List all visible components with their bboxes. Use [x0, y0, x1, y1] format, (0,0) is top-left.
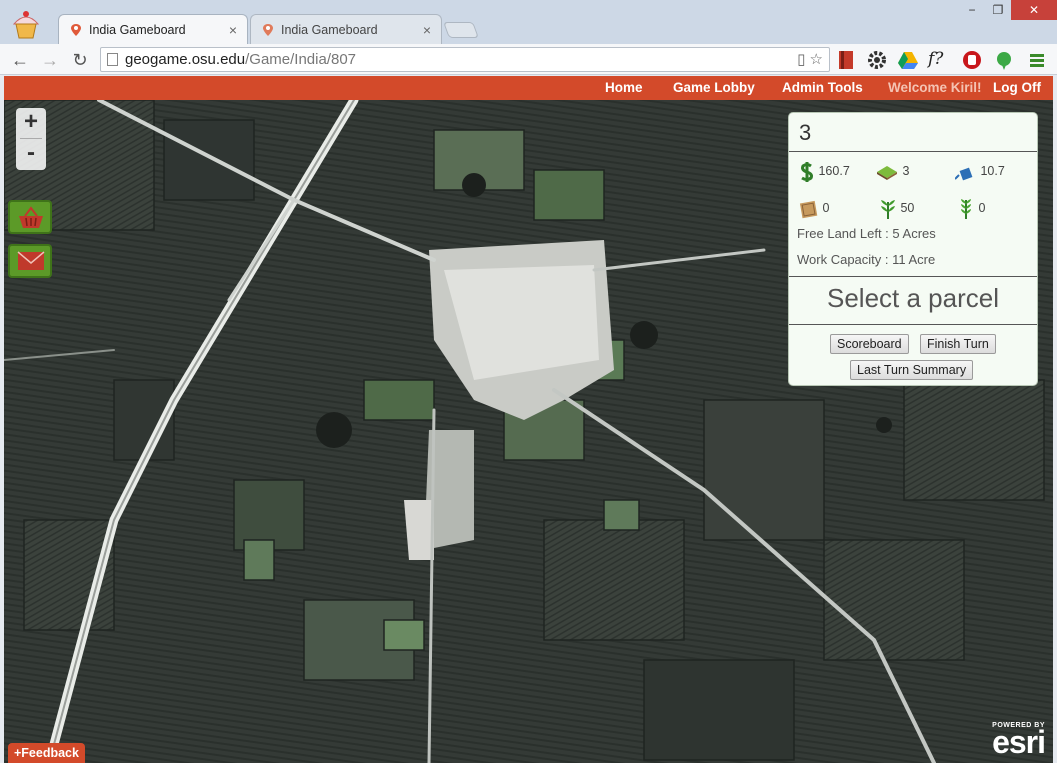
map-pin-icon: [263, 24, 273, 36]
formula-icon[interactable]: f?: [928, 49, 950, 71]
last-turn-summary-button[interactable]: Last Turn Summary: [850, 360, 974, 380]
url-path: /Game/India/807: [245, 51, 357, 68]
site-nav-bar: Home Game Lobby Admin Tools Welcome Kiri…: [4, 76, 1053, 100]
work-capacity-text: Work Capacity : 11 Acre: [797, 252, 936, 267]
phone-icon[interactable]: ▯: [797, 51, 805, 68]
esri-brand: esri: [992, 724, 1046, 760]
money-value: 160.7: [818, 164, 850, 178]
browser-toolbar: ← → ↻ geogame.osu.edu/Game/India/807 ▯ ☆…: [0, 44, 1057, 75]
gear-icon[interactable]: [866, 49, 888, 71]
browser-tab-strip: India Gameboard × India Gameboard × − ❐ …: [0, 0, 1057, 44]
water-value: 10.7: [980, 164, 1005, 178]
scoreboard-button[interactable]: Scoreboard: [830, 334, 909, 354]
crop-sprout-icon: [881, 199, 895, 219]
panel-divider: [789, 276, 1037, 277]
tab-india-gameboard[interactable]: India Gameboard ×: [250, 14, 442, 44]
finish-turn-button[interactable]: Finish Turn: [920, 334, 996, 354]
tab-label: India Gameboard: [281, 23, 378, 37]
land-tile-icon: [877, 165, 897, 180]
crop-a-value: 50: [900, 201, 915, 215]
nav-game-lobby-link[interactable]: Game Lobby: [673, 76, 755, 100]
page-icon: [107, 53, 118, 66]
tab-close-icon[interactable]: ×: [229, 15, 237, 45]
close-window-button[interactable]: ✕: [1011, 0, 1057, 20]
water-resource: 10.7: [954, 160, 1005, 182]
envelope-icon: [17, 251, 45, 270]
wheat-icon: [961, 198, 971, 219]
seed-resource: 0: [799, 197, 829, 219]
turn-number: 3: [789, 113, 1037, 152]
crop-b-resource: 0: [957, 197, 985, 219]
money-resource: 160.7: [799, 160, 850, 182]
reload-icon[interactable]: ↻: [68, 48, 92, 72]
zoom-out-button[interactable]: -: [16, 139, 46, 169]
free-land-text: Free Land Left : 5 Acres: [797, 226, 936, 241]
esri-logo: POWERED BY esri: [992, 722, 1046, 760]
menu-icon[interactable]: [1026, 49, 1048, 71]
nav-admin-tools-link[interactable]: Admin Tools: [782, 76, 863, 100]
google-drive-icon[interactable]: [897, 49, 919, 71]
url-host: geogame.osu.edu: [125, 51, 246, 68]
land-value: 3: [902, 164, 910, 178]
player-info-panel: 3 160.7 3 10.7 0 50 0 Free Land Left : 5…: [788, 112, 1038, 386]
messages-button[interactable]: [8, 244, 52, 278]
seed-bag-icon: [799, 200, 818, 218]
tab-close-icon[interactable]: ×: [423, 15, 431, 45]
select-parcel-prompt: Select a parcel: [827, 283, 999, 313]
feedback-button[interactable]: +Feedback: [8, 743, 85, 763]
zoom-in-button[interactable]: +: [16, 108, 46, 138]
watering-can-icon: [954, 167, 973, 181]
seed-value: 0: [822, 201, 830, 215]
tab-india-gameboard-active[interactable]: India Gameboard ×: [58, 14, 248, 44]
map-pin-icon: [71, 24, 81, 36]
back-arrow-icon[interactable]: ←: [8, 48, 32, 72]
zoom-control: + -: [16, 108, 46, 170]
restore-button[interactable]: ❐: [985, 0, 1011, 20]
crop-a-resource: 50: [879, 197, 914, 219]
stop-extension-icon[interactable]: [961, 49, 983, 71]
window-controls: − ❐ ✕: [959, 0, 1057, 20]
cupcake-icon: [12, 11, 40, 39]
dollar-icon: [801, 161, 813, 182]
market-basket-button[interactable]: [8, 200, 52, 234]
minimize-button[interactable]: −: [959, 0, 985, 20]
crop-b-value: 0: [978, 201, 986, 215]
land-resource: 3: [875, 160, 909, 182]
tab-label: India Gameboard: [89, 23, 186, 37]
green-chat-icon[interactable]: [993, 49, 1015, 71]
nav-home-link[interactable]: Home: [605, 76, 643, 100]
forward-arrow-icon[interactable]: →: [38, 48, 62, 72]
welcome-user-text: Welcome Kiril!: [888, 80, 982, 95]
book-extension-icon[interactable]: [836, 49, 858, 71]
bookmark-star-icon[interactable]: ☆: [810, 51, 823, 68]
basket-icon: [19, 206, 43, 228]
panel-divider: [789, 324, 1037, 325]
new-tab-button[interactable]: [443, 22, 479, 38]
nav-log-off-link[interactable]: Log Off: [993, 76, 1041, 100]
address-bar[interactable]: geogame.osu.edu/Game/India/807 ▯ ☆: [100, 47, 830, 72]
